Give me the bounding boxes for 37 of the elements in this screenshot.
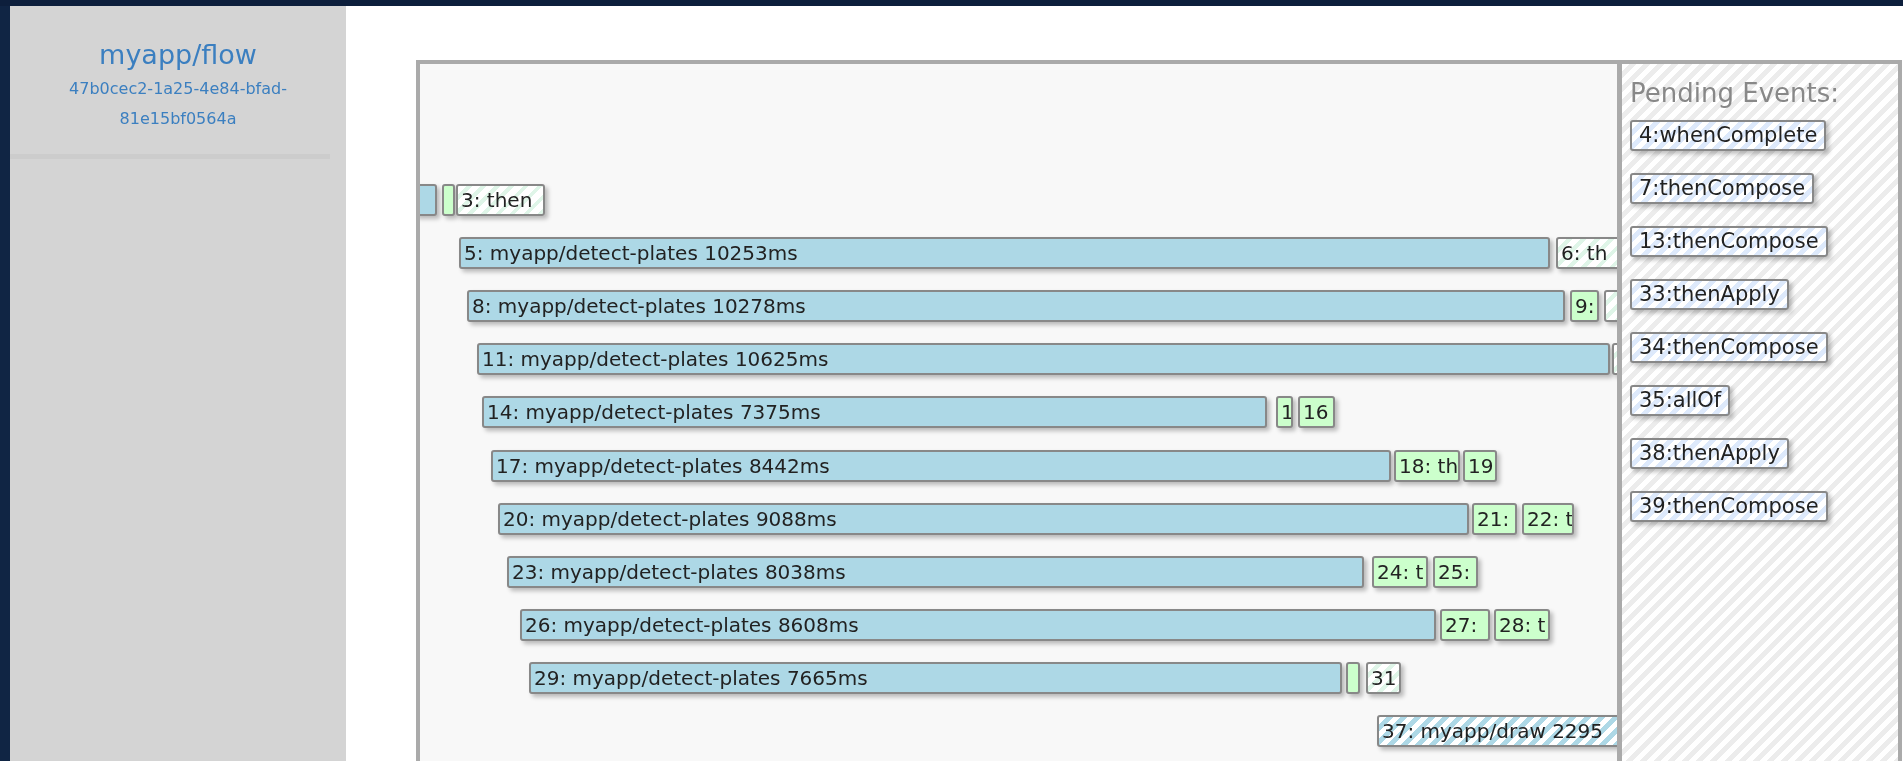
completed-task-bar[interactable]: 5: myapp/detect-plates 10253ms [459,237,1550,270]
flow-id: 47b0cec2-1a25-4e84-bfad-81e15bf0564a [68,78,288,130]
stage-box[interactable]: 27: [1440,608,1490,641]
flow-title: myapp/flow [99,38,257,72]
pending-event-chip[interactable]: 34:thenCompose [1630,332,1828,363]
pending-stage-box[interactable]: 31 [1366,661,1401,694]
pending-stage-box[interactable]: 3: then [456,184,545,216]
stage-box[interactable]: 19 [1463,449,1497,482]
pending-event-chip[interactable]: 38:thenApply [1630,438,1789,469]
pending-event-chip[interactable]: 13:thenCompose [1630,226,1828,257]
completed-task-bar[interactable]: 14: myapp/detect-plates 7375ms [482,396,1267,429]
stage-box[interactable]: 25: [1433,555,1478,588]
pending-stage-box[interactable]: 6: th [1556,237,1617,270]
pending-event-chip[interactable]: 33:thenApply [1630,279,1789,310]
completed-task-bar[interactable]: 8: myapp/detect-plates 10278ms [467,290,1565,323]
stage-box[interactable] [1346,661,1360,694]
stage-box[interactable] [442,184,455,216]
pending-event-chip[interactable]: 4:whenComplete [1630,120,1827,151]
pending-event-chip[interactable]: 35:allOf [1630,385,1731,416]
completed-task-bar[interactable]: 17: myapp/detect-plates 8442ms [491,449,1391,482]
completed-task-bar[interactable]: 20: myapp/detect-plates 9088ms [498,502,1469,535]
stage-box[interactable]: 28: t [1494,608,1550,641]
stage-box[interactable]: 24: t [1372,555,1428,588]
completed-task-bar[interactable]: 29: myapp/detect-plates 7665ms [529,661,1342,694]
running-task-bar[interactable]: 37: myapp/draw 2295 [1377,715,1617,747]
completed-task-bar[interactable]: 11: myapp/detect-plates 10625ms [477,343,1610,376]
completed-task-bar[interactable]: 23: myapp/detect-plates 8038ms [507,555,1364,588]
pending-event-chip[interactable]: 39:thenCompose [1630,491,1828,522]
completed-task-bar[interactable]: 26: myapp/detect-plates 8608ms [520,608,1436,641]
stage-box[interactable]: 18: th [1394,449,1460,482]
stage-box[interactable]: 22: t [1522,502,1574,535]
stage-box[interactable]: 21: [1472,502,1517,535]
pending-event-chip[interactable]: 7:thenCompose [1630,173,1815,204]
stage-box[interactable]: 16 [1298,396,1335,429]
pending-events-title: Pending Events: [1630,78,1839,108]
completed-task-bar[interactable] [420,184,437,216]
stage-box[interactable]: 9: [1570,290,1599,323]
